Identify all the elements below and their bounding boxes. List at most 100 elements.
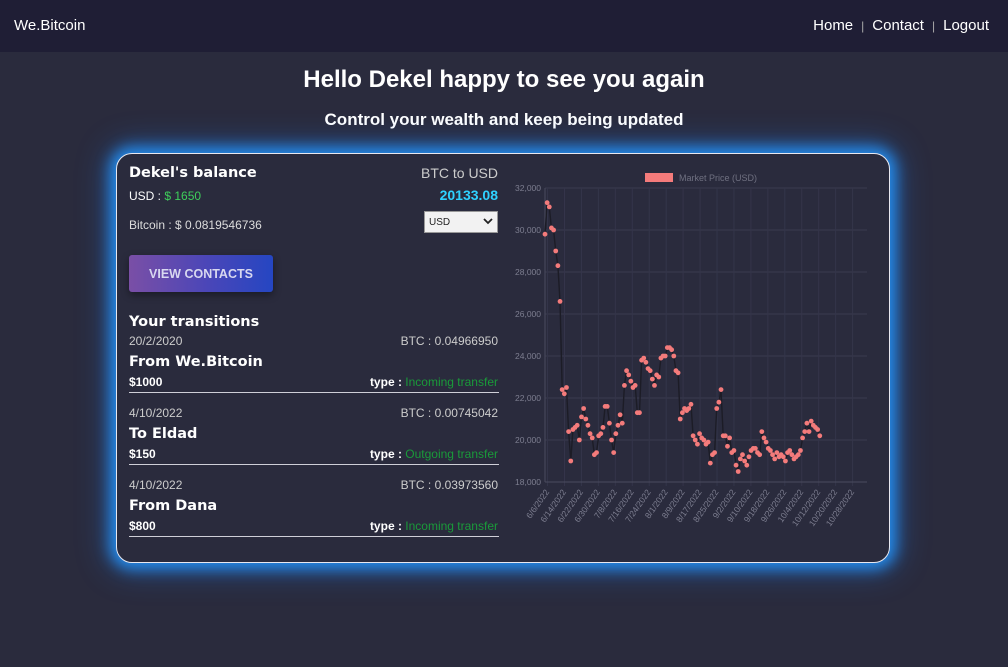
nav-links: Home | Contact | Logout: [813, 17, 989, 34]
page-title: Hello Dekel happy to see you again: [303, 66, 705, 93]
brand-logo[interactable]: We.Bitcoin: [14, 17, 85, 34]
chevron-down-icon: [483, 217, 493, 228]
page-subtitle: Control your wealth and keep being updat…: [324, 110, 684, 129]
data-point: [607, 420, 612, 426]
data-point: [579, 414, 584, 420]
y-tick-label: 22,000: [515, 393, 541, 403]
transitions-title: Your transitions: [129, 314, 260, 330]
data-point: [783, 458, 788, 464]
currency-selected-value: USD: [429, 216, 451, 228]
data-point: [780, 454, 786, 460]
data-point: [806, 429, 812, 434]
data-point: [695, 441, 700, 447]
data-point: [787, 448, 793, 453]
transition-btc: BTC : 0.04966950: [400, 334, 498, 348]
data-point: [802, 429, 808, 434]
view-contacts-button[interactable]: VIEW CONTACTS: [129, 255, 273, 292]
transition-date: 20/2/2020: [129, 334, 183, 348]
data-point: [742, 458, 748, 464]
data-point: [697, 431, 702, 437]
data-point: [707, 460, 713, 466]
data-point: [559, 387, 565, 392]
usd-balance: USD : $ 1650: [129, 189, 201, 203]
data-point: [615, 422, 621, 428]
data-point: [686, 406, 692, 411]
balance-title: Dekel's balance: [129, 165, 257, 181]
data-point: [688, 401, 694, 407]
data-point: [669, 347, 675, 353]
btc-balance: Bitcoin : $ 0.0819546736: [129, 218, 262, 232]
data-point: [587, 431, 593, 437]
nav-separator: |: [931, 18, 936, 33]
data-point: [731, 448, 737, 453]
transition-amount: $1000: [129, 375, 163, 389]
y-tick-label: 28,000: [515, 267, 541, 277]
data-point: [564, 385, 569, 390]
data-point: [546, 204, 552, 210]
usd-label: USD :: [129, 189, 165, 203]
data-point: [576, 437, 582, 443]
type-label: type :: [369, 519, 406, 533]
data-point: [692, 437, 698, 443]
data-point: [725, 443, 730, 449]
y-tick-label: 32,000: [515, 183, 541, 193]
data-point: [624, 368, 629, 374]
data-point: [568, 458, 574, 464]
data-point: [544, 200, 550, 206]
data-point: [643, 359, 649, 365]
nav-home-link[interactable]: Home: [813, 17, 853, 34]
data-point: [772, 456, 778, 462]
currency-select[interactable]: USD: [424, 211, 498, 233]
data-point: [677, 416, 683, 422]
nav-contact-link[interactable]: Contact: [872, 17, 924, 34]
data-point: [604, 404, 610, 409]
data-point: [716, 399, 722, 405]
data-point: [737, 456, 743, 462]
data-point: [752, 446, 758, 451]
transition-amount: $150: [129, 447, 156, 461]
data-point: [626, 372, 632, 378]
data-point: [798, 448, 803, 453]
data-point: [622, 383, 627, 388]
transition-item: 4/10/2022 BTC : 0.03973560 From Dana $80…: [129, 478, 499, 537]
data-point: [656, 374, 662, 380]
data-point: [705, 439, 711, 445]
nav-logout-link[interactable]: Logout: [943, 17, 989, 34]
data-point: [679, 410, 685, 416]
data-point: [617, 412, 623, 418]
data-point: [815, 427, 821, 432]
data-point: [589, 435, 595, 441]
data-point: [768, 448, 773, 453]
transition-party: From Dana: [129, 498, 218, 514]
type-label: type :: [369, 447, 406, 461]
data-point: [561, 391, 567, 397]
data-point: [714, 406, 720, 411]
rate-label: BTC to USD: [420, 165, 498, 181]
data-point: [542, 231, 548, 237]
type-value: Outgoing transfer: [405, 447, 498, 461]
btc-label: Bitcoin :: [129, 218, 176, 232]
transition-date: 4/10/2022: [129, 406, 183, 420]
y-tick-label: 30,000: [515, 225, 541, 235]
usd-value: $ 1650: [164, 189, 202, 203]
data-point: [671, 353, 677, 359]
data-point: [735, 469, 741, 474]
data-point: [581, 406, 587, 411]
data-point: [800, 435, 805, 441]
legend-label: Market Price (USD): [679, 173, 757, 183]
dashboard-card: Dekel's balance USD : $ 1650 Bitcoin : $…: [116, 153, 890, 563]
transition-type: type : Outgoing transfer: [370, 447, 498, 461]
transition-date: 4/10/2022: [129, 478, 183, 492]
data-point: [740, 452, 745, 458]
data-point: [770, 452, 775, 458]
data-point: [652, 383, 657, 388]
data-point: [637, 410, 642, 416]
transition-type: type : Incoming transfer: [370, 375, 498, 389]
legend-swatch: [645, 173, 673, 182]
data-point: [733, 462, 739, 468]
data-point: [727, 435, 733, 441]
data-point: [744, 462, 750, 468]
data-point: [628, 378, 634, 384]
data-point: [594, 450, 599, 455]
data-point: [647, 368, 653, 374]
